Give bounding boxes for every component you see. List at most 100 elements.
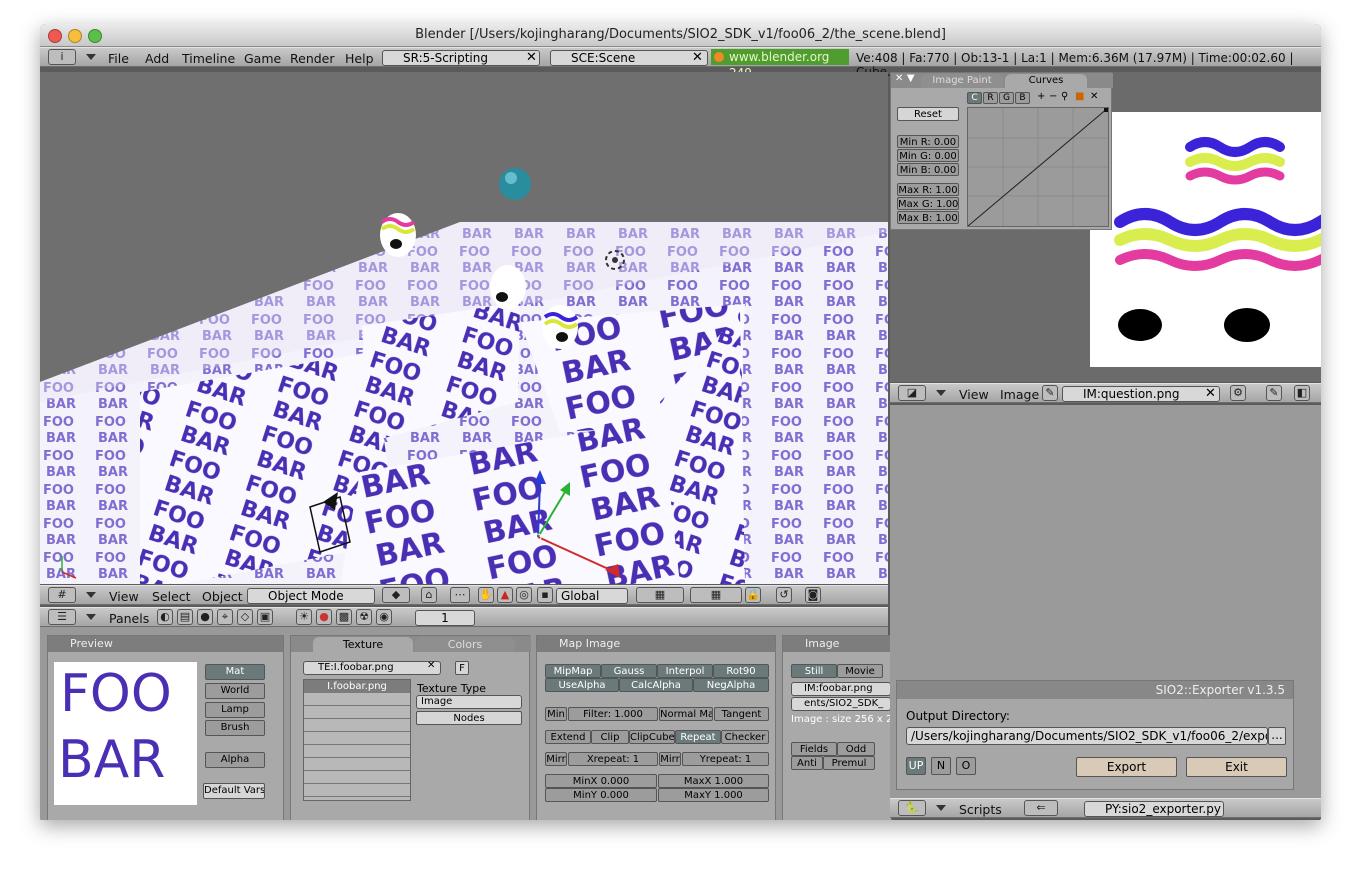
- script-window-icon[interactable]: 🐍: [898, 800, 926, 816]
- layers-grid-icon[interactable]: ▦: [690, 587, 742, 603]
- calcalpha-button[interactable]: CalcAlpha: [619, 678, 693, 692]
- nodes-button[interactable]: Nodes: [416, 711, 522, 725]
- script-icon[interactable]: ▤: [177, 609, 193, 625]
- delete-screen-icon[interactable]: ✕: [526, 50, 537, 65]
- odd-button[interactable]: Odd: [837, 742, 875, 756]
- render-icon[interactable]: ↺: [776, 587, 792, 603]
- anti-button[interactable]: Anti: [791, 756, 823, 770]
- output-directory-input[interactable]: /Users/kojingharang/Documents/SIO2_SDK_v…: [906, 727, 1268, 745]
- still-button[interactable]: Still: [791, 664, 837, 678]
- translate-manipulator-icon[interactable]: ▪: [537, 587, 553, 603]
- back-arrow-icon[interactable]: ⇐: [1024, 800, 1058, 816]
- preview-tab-world[interactable]: World: [205, 683, 265, 699]
- image-editor-icon[interactable]: ◪: [898, 385, 926, 401]
- max-g-field[interactable]: Max G: 1.00: [897, 197, 959, 210]
- orientation-selector[interactable]: Global: [556, 588, 628, 604]
- lock-view-icon[interactable]: ◧: [1294, 385, 1310, 401]
- collapse-menu-icon[interactable]: [936, 805, 946, 811]
- browse-button[interactable]: ...: [1268, 727, 1286, 745]
- image-menu-image[interactable]: Image: [1000, 387, 1039, 402]
- scene-selector[interactable]: SCE:Scene: [550, 50, 708, 66]
- colors-tab[interactable]: Colors: [415, 637, 515, 652]
- checker-button[interactable]: Checker: [721, 730, 769, 744]
- min-g-field[interactable]: Min G: 0.00: [897, 149, 959, 162]
- image-menu-view[interactable]: View: [959, 387, 989, 402]
- movie-button[interactable]: Movie: [837, 664, 883, 678]
- usealpha-button[interactable]: UseAlpha: [545, 678, 619, 692]
- mipmap-button[interactable]: MipMap: [545, 664, 601, 678]
- collapse-menu-icon[interactable]: [86, 614, 96, 620]
- gauss-button[interactable]: Gauss: [601, 664, 657, 678]
- info-icon[interactable]: i: [48, 49, 76, 65]
- collapse-menu-icon[interactable]: [936, 390, 946, 396]
- minimize-window-button[interactable]: [68, 29, 82, 43]
- zoom-window-button[interactable]: [88, 29, 102, 43]
- frame-field[interactable]: 1: [415, 610, 475, 626]
- scene-icon[interactable]: ▣: [257, 609, 273, 625]
- interpol-button[interactable]: Interpol: [657, 664, 713, 678]
- unlink-texture-icon[interactable]: ✕: [427, 660, 435, 671]
- default-vars-button[interactable]: Default Vars: [203, 783, 265, 799]
- tangent-selector[interactable]: Tangent: [714, 707, 769, 721]
- repeat-button[interactable]: Repeat: [675, 730, 721, 744]
- fake-user-button[interactable]: F: [455, 661, 469, 675]
- min-b-field[interactable]: Min B: 0.00: [897, 163, 959, 176]
- channel-r-button[interactable]: R: [983, 92, 998, 104]
- maxx-field[interactable]: MaxX 1.000: [658, 774, 769, 788]
- min-button[interactable]: Min: [545, 707, 567, 721]
- minx-field[interactable]: MinX 0.000: [545, 774, 657, 788]
- screen-selector[interactable]: SR:5-Scripting: [382, 50, 540, 66]
- mirror-y-button[interactable]: Mirr: [659, 752, 681, 766]
- buttons-window-icon[interactable]: ☰: [48, 609, 76, 625]
- yrepeat-field[interactable]: Yrepeat: 1: [682, 752, 769, 766]
- paint-brush-icon[interactable]: ✎: [1042, 385, 1058, 401]
- menu-add[interactable]: Add: [145, 51, 169, 66]
- menu-render[interactable]: Render: [290, 51, 335, 66]
- material-icon[interactable]: ●: [316, 609, 332, 625]
- collapse-menu-icon[interactable]: [86, 54, 96, 60]
- scale-manipulator-icon[interactable]: ◎: [516, 587, 532, 603]
- draw-type-icon[interactable]: ◆: [382, 587, 410, 603]
- preview-tab-brush[interactable]: Brush: [205, 720, 265, 736]
- menu-file[interactable]: File: [108, 51, 129, 66]
- delete-point-icon[interactable]: ✕: [1090, 91, 1098, 102]
- curve-editor[interactable]: [967, 107, 1109, 227]
- object-icon[interactable]: ⌖: [217, 609, 233, 625]
- menu-object[interactable]: Object: [202, 589, 243, 604]
- channel-c-button[interactable]: C: [967, 92, 982, 104]
- shading-icon[interactable]: ●: [197, 609, 213, 625]
- normals-button[interactable]: N: [931, 757, 951, 775]
- texture-channel-item[interactable]: I.foobar.png: [304, 680, 410, 693]
- texture-tab[interactable]: Texture: [313, 637, 413, 652]
- 3d-viewport[interactable]: FOO BAR FOO BAR FOO BAR: [40, 72, 888, 584]
- premul-button[interactable]: Premul: [823, 756, 875, 770]
- mirror-x-button[interactable]: Mirr: [545, 752, 567, 766]
- max-b-field[interactable]: Max B: 1.00: [897, 211, 959, 224]
- blender-url-badge[interactable]: www.blender.org 249: [711, 49, 849, 80]
- negalpha-button[interactable]: NegAlpha: [693, 678, 769, 692]
- collapse-menu-icon[interactable]: [86, 592, 96, 598]
- image-paint-tab[interactable]: Image Paint: [921, 74, 1003, 88]
- hand-icon[interactable]: ✋: [478, 587, 494, 603]
- logic-icon[interactable]: ◐: [157, 609, 173, 625]
- zoom-out-icon[interactable]: −: [1049, 91, 1057, 102]
- texture-icon[interactable]: ▩: [336, 609, 352, 625]
- fields-button[interactable]: Fields: [791, 742, 837, 756]
- world-icon[interactable]: ◉: [376, 609, 392, 625]
- delete-scene-icon[interactable]: ✕: [692, 50, 703, 65]
- scripts-menu[interactable]: Scripts: [959, 802, 1002, 817]
- clip-icon[interactable]: ■: [1075, 91, 1084, 102]
- filter-field[interactable]: Filter: 1.000: [568, 707, 658, 721]
- pivot-icon[interactable]: ⌂: [421, 587, 437, 603]
- close-window-button[interactable]: [48, 29, 62, 43]
- min-r-field[interactable]: Min R: 0.00: [897, 135, 959, 148]
- zoom-in-icon[interactable]: +: [1037, 91, 1045, 102]
- image-editor[interactable]: ✕ ▼ Image Paint Curves Reset Min R: 0.00…: [890, 72, 1321, 382]
- image-path-field[interactable]: ents/SIO2_SDK_: [791, 697, 891, 711]
- up-axis-button[interactable]: UP: [906, 757, 926, 775]
- menu-timeline[interactable]: Timeline: [182, 51, 235, 66]
- normal-map-button[interactable]: Normal Ma: [659, 707, 713, 721]
- panels-menu[interactable]: Panels: [109, 611, 149, 626]
- menu-select[interactable]: Select: [152, 589, 191, 604]
- radiosity-icon[interactable]: ☢: [356, 609, 372, 625]
